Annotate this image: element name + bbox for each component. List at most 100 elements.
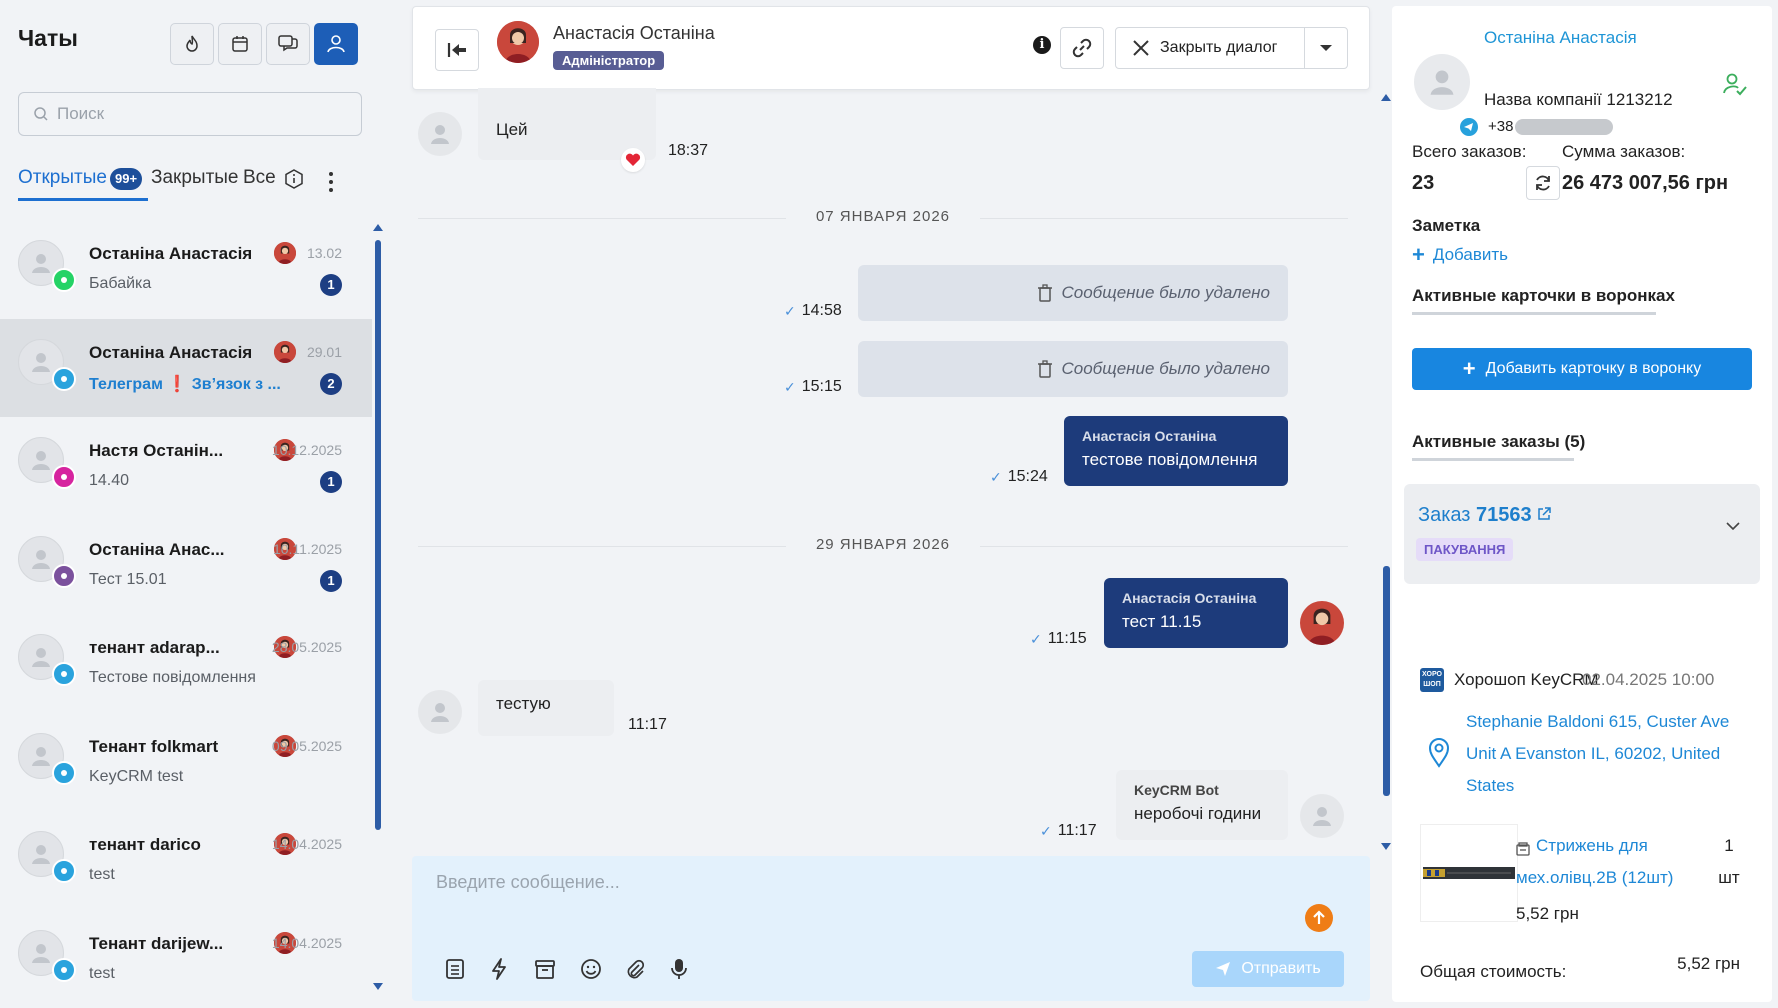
search-input[interactable]: Поиск [18,92,362,136]
tab-closed[interactable]: Закрытые [151,167,239,189]
telegram-icon [1458,116,1480,138]
message-input[interactable]: Введите сообщение... [436,872,620,893]
product-price: 5,52 грн [1516,904,1579,923]
unread-badge: 2 [320,372,342,395]
add-note-button[interactable]: + Добавить [1412,242,1508,268]
reaction-heart[interactable] [621,148,645,172]
chat-preview: Тест 15.01 [89,570,167,588]
chat-name: тенант darico [89,835,201,854]
voice-button[interactable] [666,956,692,982]
message-bubble-bot[interactable]: KeyCRM Bot неробочі години [1116,770,1288,840]
message-bubble-outgoing[interactable]: Анастасія Останіна тестове повідомлення [1064,416,1288,486]
message-bubble-incoming[interactable]: тестую [478,680,614,736]
bot-avatar [1300,794,1344,838]
user-verified-icon[interactable] [1722,72,1748,98]
chat-scroll-thumb[interactable] [1383,566,1390,796]
message-time: ✓ 15:15 [784,378,842,395]
arrow-left-bar-icon [447,43,466,57]
user-placeholder-icon [1430,70,1454,95]
message-text: неробочі години [1134,804,1262,823]
scroll-up-icon[interactable] [1380,92,1392,102]
chat-list-item[interactable]: тенант darico 14.04.2025 test [0,811,372,909]
chat-date: 09.05.2025 [271,737,342,754]
calendar-button[interactable] [218,23,262,65]
my-chats-button[interactable] [314,23,358,65]
refresh-sum-button[interactable] [1526,166,1560,200]
delivery-address-link[interactable]: Stephanie Baldoni 615, Custer Ave Unit A… [1466,706,1736,802]
check-icon: ✓ [990,468,1002,485]
chat-list-item[interactable]: Останіна Анас... 10.11.2025 Тест 15.01 1 [0,516,372,614]
calendar-icon [232,36,248,52]
chat-list-item[interactable]: Тенант darijew... 14.04.2025 test [0,910,372,1008]
fire-icon [186,35,198,52]
tab-open[interactable]: Открытые [18,167,107,189]
chat-list-item[interactable]: Настя Останін... 10.12.2025 14.40 1 [0,417,372,515]
client-name-link[interactable]: Останіна Анастасія [1484,28,1637,48]
hot-chats-button[interactable] [170,23,214,65]
add-funnel-card-button[interactable]: + Добавить карточку в воронку [1412,348,1752,390]
chat-date: 14.04.2025 [271,934,342,951]
messages-filter-button[interactable] [266,23,310,65]
emoji-button[interactable] [578,956,604,982]
chat-list-item[interactable]: Останіна Анастасія 29.01 Телеграм ❗ Зв’язо… [0,318,372,417]
user-placeholder-icon [431,703,449,722]
close-icon [1133,40,1149,56]
orders-sum-value: 26 473 007,56 грн [1562,172,1729,194]
templates-button[interactable] [442,956,468,982]
close-dialog-button[interactable]: Закрыть диалог [1115,27,1305,69]
chat-list-item[interactable]: Тенант folkmart 09.05.2025 KeyCRM test [0,713,372,811]
contact-avatar [497,21,539,63]
chat-bubbles-icon [278,35,298,52]
info-icon[interactable]: i [1033,36,1051,54]
copy-link-button[interactable] [1060,27,1104,69]
client-panel: Останіна Анастасія Назва компанії 121321… [1392,6,1772,1002]
collapse-sidebar-button[interactable] [435,29,479,71]
chat-list-scroll-thumb[interactable] [375,240,381,830]
unread-badge: 1 [320,274,342,296]
message-composer[interactable]: Введите сообщение... Отправить [412,856,1370,1001]
message-time: ✓ 14:58 [784,302,842,319]
check-icon: ✓ [1040,822,1052,839]
expand-composer-button[interactable] [1305,904,1333,932]
total-orders-value: 23 [1412,172,1435,194]
trash-icon [1038,360,1053,378]
plus-icon: + [1412,242,1425,267]
more-vertical-icon[interactable] [328,171,334,193]
check-icon: ✓ [1030,630,1042,647]
product-name-link[interactable]: Стрижень для мех.олівц.2B (12шт) [1516,830,1696,894]
user-placeholder-icon [431,125,449,144]
message-sender: KeyCRM Bot [1134,782,1219,798]
instagram-icon [52,465,76,489]
close-dialog-label: Закрыть диалог [1160,39,1278,56]
client-phone[interactable]: +38 [1488,118,1614,135]
chevron-down-icon[interactable] [1726,522,1740,530]
close-options-dropdown[interactable] [1304,27,1348,69]
quick-replies-button[interactable] [486,956,512,982]
attach-button[interactable] [622,956,648,982]
funnel-cards-heading: Активные карточки в воронках [1412,286,1675,305]
send-button[interactable]: Отправить [1192,951,1344,987]
search-icon [34,107,48,121]
message-bubble-outgoing[interactable]: Анастасія Останіна тест 11.15 [1104,578,1288,648]
telegram-icon [52,859,76,883]
order-source: Хорошоп KeyCRM [1454,670,1599,689]
message-time: 11:17 [628,716,667,733]
order-status-badge: ПАКУВАННЯ [1416,538,1514,561]
client-avatar [1414,54,1470,110]
info-icon[interactable] [284,169,304,189]
products-button[interactable] [532,956,558,982]
order-total-value: 5,52 грн [1677,954,1740,973]
order-card[interactable]: Заказ 71563 ПАКУВАННЯ [1404,484,1760,584]
scroll-down-icon[interactable] [1380,842,1392,852]
arrow-up-icon [1313,910,1325,924]
order-total-label: Общая стоимость: [1420,962,1567,981]
tab-all[interactable]: Все [243,167,276,189]
user-placeholder-icon [1313,807,1331,826]
chat-list-item[interactable]: тенант adarap... 28.05.2025 Тестове повідо… [0,614,372,712]
order-title[interactable]: Заказ 71563 [1418,504,1551,527]
chat-list-item[interactable]: Останіна Анастасія 13.02 Бабайка 1 [0,220,372,318]
message-time: ✓ 15:24 [990,468,1048,485]
phone-masked [1515,118,1614,135]
search-placeholder: Поиск [57,104,105,123]
plus-icon: + [1462,356,1476,381]
